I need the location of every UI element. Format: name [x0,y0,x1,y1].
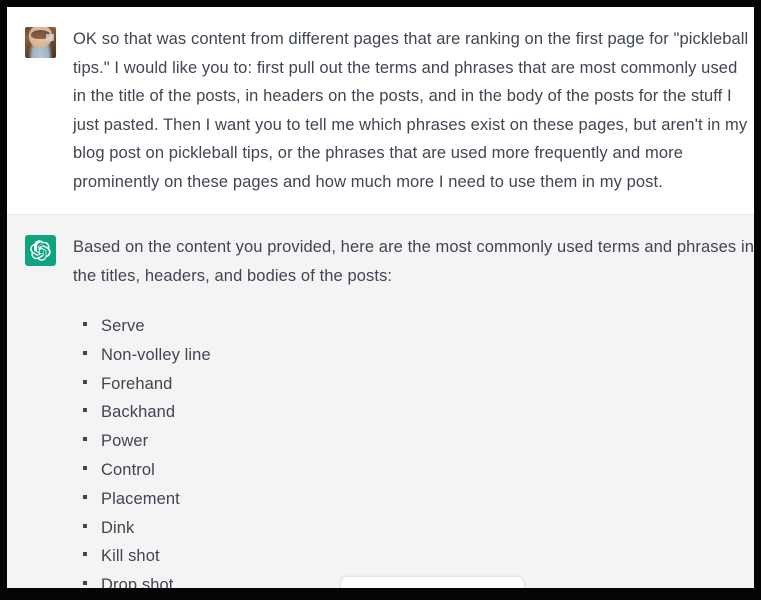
avatar-column [7,25,73,58]
bullet-marker-icon [83,322,87,326]
list-item-label: Control [101,460,155,479]
avatar-column [7,233,73,266]
bullet-marker-icon [83,437,87,442]
list-item: Non-volley line [73,341,746,370]
bullet-marker-icon [83,379,87,384]
conversation-scroll-area[interactable]: OK so that was content from different pa… [7,7,754,588]
message-line: prominently on these pages and how much … [73,172,663,191]
message-body-user: OK so that was content from different pa… [73,25,754,196]
list-item-label: Backhand [101,403,176,422]
message-line: tips." I would like you to: first pull o… [73,58,738,77]
bullet-marker-icon [83,350,87,355]
list-item: Backhand [73,398,746,427]
list-item-label: Power [101,432,149,451]
message-line: Based on the content you provided, here … [73,238,754,256]
list-item: Control [73,456,746,485]
list-item-label: Placement [101,489,180,508]
list-item: Forehand [73,370,746,399]
message-line: OK so that was content from different pa… [73,30,749,48]
list-item: Placement [73,485,746,514]
list-item: Dink [73,514,746,543]
bullet-marker-icon [83,494,87,499]
terms-bullet-list: Serve Non-volley line Forehand Backhand … [73,312,746,588]
message-line: the titles, headers, and bodies of the p… [73,266,393,285]
list-item-label: Kill shot [101,547,160,566]
bullet-marker-icon [83,408,87,413]
message-assistant: Based on the content you provided, here … [7,214,754,588]
list-item-label: Serve [101,317,145,335]
list-item-label: Dink [101,518,135,537]
bullet-marker-icon [83,465,87,470]
message-line: just pasted. Then I want you to tell me … [73,115,748,134]
list-item-label: Non-volley line [101,345,211,364]
message-body-assistant: Based on the content you provided, here … [73,233,754,588]
list-item-label: Drop shot [101,576,174,588]
screenshot-frame: OK so that was content from different pa… [0,0,761,600]
user-photo-avatar[interactable] [24,27,56,58]
list-item: Serve [73,312,746,341]
chat-composer-input[interactable] [340,576,525,588]
list-item-label: Forehand [101,374,173,393]
bullet-marker-icon [83,523,87,528]
chatgpt-logo-icon [24,235,56,266]
list-item: Power [73,427,746,456]
message-line: blog post on pickleball tips, or the phr… [73,144,683,162]
list-item: Kill shot [73,542,746,571]
message-line: in the title of the posts, in headers on… [73,87,732,105]
bullet-marker-icon [83,581,87,586]
message-user: OK so that was content from different pa… [7,7,754,214]
bullet-marker-icon [83,552,87,557]
